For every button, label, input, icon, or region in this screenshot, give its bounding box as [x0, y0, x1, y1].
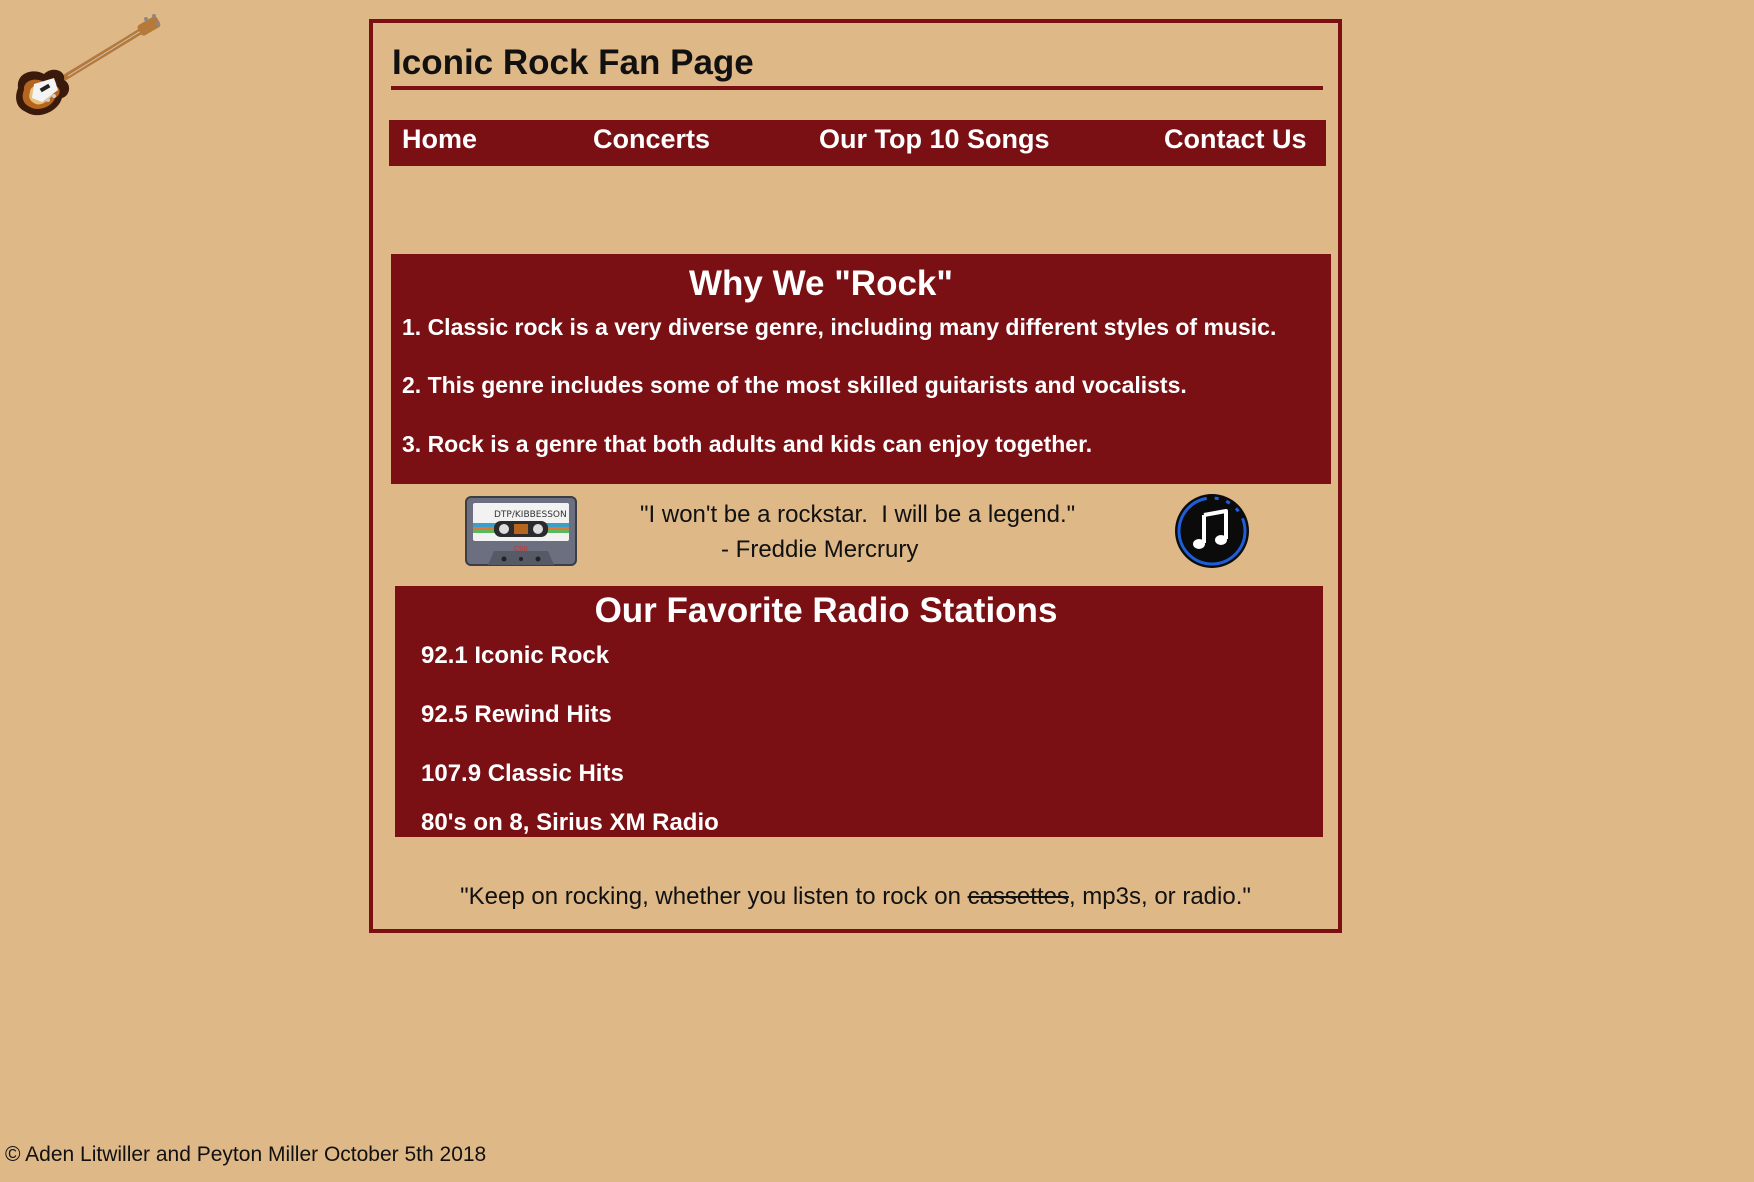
nav-top-songs-link[interactable]: Our Top 10 Songs — [819, 124, 1050, 155]
quote-author: - Freddie Mercrury — [721, 536, 919, 563]
music-note-icon — [1175, 494, 1249, 568]
closing-quote-struck: cassettes — [967, 883, 1069, 910]
why-item-2: 2. This genre includes some of the most … — [402, 372, 1187, 398]
closing-quote-end: , mp3s, or radio." — [1068, 883, 1251, 910]
site-title: Iconic Rock Fan Page — [392, 43, 754, 82]
quote-text: "I won't be a rockstar. I will be a lege… — [640, 501, 1076, 528]
cassette-tape-icon: DTP/KIBBESSON C90 — [465, 496, 577, 566]
copyright-footer: © Aden Litwiller and Peyton Miller Octob… — [5, 1143, 487, 1166]
radio-station-item: 107.9 Classic Hits — [421, 760, 624, 787]
radio-station-item: 80's on 8, Sirius XM Radio — [421, 809, 719, 836]
nav-contact-link[interactable]: Contact Us — [1164, 124, 1307, 155]
radio-station-item: 92.1 Iconic Rock — [421, 642, 610, 669]
why-we-rock-heading: Why We "Rock" — [689, 264, 953, 303]
why-item-1: 1. Classic rock is a very diverse genre,… — [402, 314, 1277, 340]
main-nav: Home Concerts Our Top 10 Songs Contact U… — [389, 120, 1326, 166]
radio-stations-panel: Our Favorite Radio Stations 92.1 Iconic … — [395, 586, 1323, 837]
nav-concerts-link[interactable]: Concerts — [593, 124, 710, 155]
page-frame: Iconic Rock Fan Page Home Concerts Our T… — [369, 19, 1342, 933]
radio-stations-heading: Our Favorite Radio Stations — [594, 591, 1058, 630]
bass-guitar-icon — [16, 14, 161, 116]
why-item-3: 3. Rock is a genre that both adults and … — [402, 431, 1093, 457]
nav-home-link[interactable]: Home — [402, 124, 477, 155]
closing-quote-start: "Keep on rocking, whether you listen to … — [460, 883, 968, 910]
cassette-label-text: DTP/KIBBESSON — [494, 510, 567, 520]
closing-quote: "Keep on rocking, whether you listen to … — [373, 883, 1338, 911]
title-divider — [391, 86, 1323, 90]
radio-station-item: 92.5 Rewind Hits — [421, 701, 612, 728]
why-we-rock-panel: Why We "Rock" 1. Classic rock is a very … — [391, 254, 1331, 484]
